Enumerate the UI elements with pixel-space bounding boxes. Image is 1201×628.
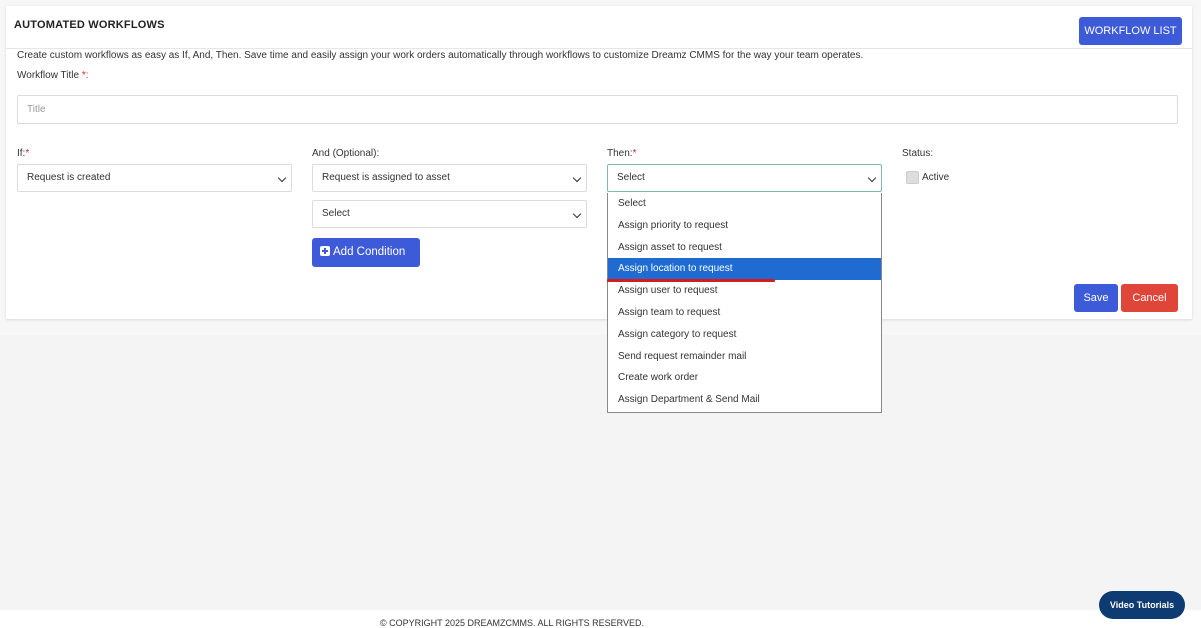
then-label: Then:* — [607, 148, 636, 159]
dropdown-option[interactable]: Assign team to request — [608, 302, 881, 324]
required-mark: * — [632, 148, 637, 159]
then-label-text: Then: — [607, 148, 633, 159]
if-select[interactable]: Request is created — [17, 164, 292, 192]
and-select[interactable]: Request is assigned to asset — [312, 164, 587, 192]
active-label: Active — [922, 172, 950, 183]
workflow-card: AUTOMATED WORKFLOWS WORKFLOW LIST Create… — [6, 6, 1192, 319]
chevron-down-icon — [277, 173, 287, 183]
chevron-down-icon — [572, 209, 582, 219]
required-mark: * — [25, 148, 30, 159]
dropdown-option[interactable]: Select — [608, 193, 881, 215]
if-select-value: Request is created — [27, 172, 111, 183]
chevron-down-icon — [867, 173, 877, 183]
dropdown-option[interactable]: Create work order — [608, 367, 881, 389]
content-background — [0, 335, 1201, 610]
workflow-title-input[interactable]: Title — [17, 95, 1178, 124]
active-checkbox[interactable] — [906, 171, 919, 184]
copyright-text: © COPYRIGHT 2025 DREAMZCMMS. ALL RIGHTS … — [380, 618, 645, 628]
add-condition-label: Add Condition — [333, 246, 406, 258]
and-second-select[interactable]: Select — [312, 200, 587, 228]
dropdown-option[interactable]: Assign category to request — [608, 324, 881, 346]
workflow-title-label: Workflow Title *: — [17, 70, 89, 81]
workflow-title-label-text: Workflow Title — [17, 70, 80, 81]
plus-square-icon — [320, 246, 330, 256]
save-button[interactable]: Save — [1074, 284, 1118, 312]
chevron-down-icon — [572, 173, 582, 183]
dropdown-option[interactable]: Send request remainder mail — [608, 346, 881, 368]
workflow-title-placeholder: Title — [27, 104, 46, 115]
status-label: Status: — [902, 148, 934, 159]
video-tutorials-button[interactable]: Video Tutorials — [1099, 591, 1185, 619]
and-label: And (Optional): — [312, 148, 380, 159]
dropdown-option[interactable]: Assign priority to request — [608, 215, 881, 237]
required-mark: *: — [81, 70, 89, 81]
then-dropdown-list: Select Assign priority to request Assign… — [607, 193, 882, 413]
dropdown-option-highlighted[interactable]: Assign location to request — [608, 258, 881, 281]
page-title: AUTOMATED WORKFLOWS — [14, 19, 165, 31]
dropdown-option[interactable]: Assign user to request — [608, 280, 881, 302]
dropdown-option[interactable]: Assign asset to request — [608, 237, 881, 259]
and-second-select-value: Select — [322, 208, 350, 219]
cancel-button[interactable]: Cancel — [1121, 284, 1178, 312]
dropdown-option[interactable]: Assign Department & Send Mail — [608, 389, 881, 411]
if-label: If:* — [17, 148, 29, 159]
add-condition-button[interactable]: Add Condition — [312, 238, 420, 267]
workflow-list-button[interactable]: WORKFLOW LIST — [1079, 17, 1182, 45]
then-select[interactable]: Select — [607, 164, 882, 192]
annotation-underline — [607, 279, 775, 282]
workflow-description: Create custom workflows as easy as If, A… — [17, 50, 864, 61]
then-select-value: Select — [617, 172, 645, 183]
and-select-value: Request is assigned to asset — [322, 172, 450, 183]
card-header: AUTOMATED WORKFLOWS WORKFLOW LIST — [6, 6, 1192, 49]
